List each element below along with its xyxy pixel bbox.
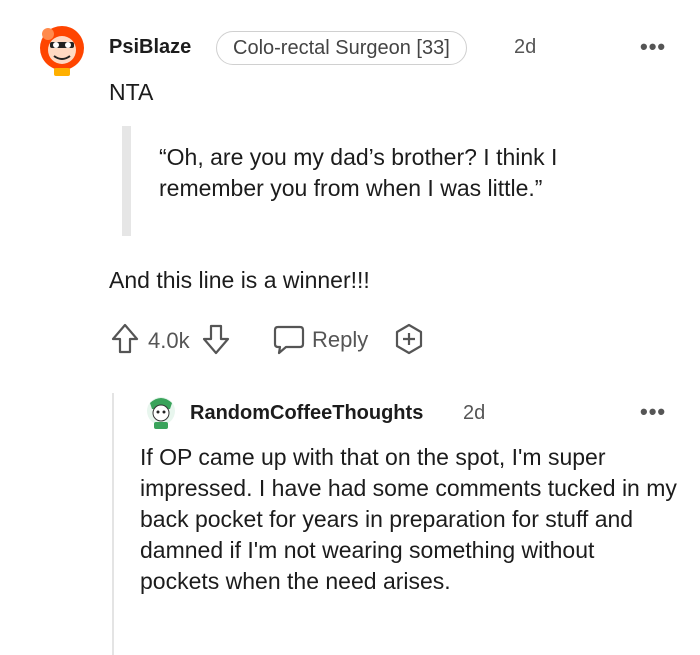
quote-text: “Oh, are you my dad’s brother? I think I… <box>159 144 558 201</box>
user-avatar[interactable] <box>36 22 88 78</box>
username[interactable]: RandomCoffeeThoughts <box>190 402 423 425</box>
reply-button[interactable]: Reply <box>312 327 368 353</box>
award-icon[interactable] <box>393 322 425 356</box>
vote-count: 4.0k <box>148 328 190 353</box>
upvote-icon[interactable] <box>110 322 140 356</box>
more-options-button[interactable]: ••• <box>640 34 666 60</box>
username[interactable]: PsiBlaze <box>109 36 191 59</box>
quote-bar <box>122 126 131 236</box>
user-flair: Colo-rectal Surgeon [33] <box>216 31 467 65</box>
thread-line[interactable] <box>112 393 114 655</box>
more-options-button[interactable]: ••• <box>640 399 666 425</box>
comment-text-line: And this line is a winner!!! <box>109 267 370 293</box>
user-avatar[interactable] <box>144 393 178 431</box>
timestamp[interactable]: 2d <box>463 402 485 425</box>
comment-text-line: NTA <box>109 79 154 105</box>
reply-icon[interactable] <box>272 324 306 356</box>
reply-text: If OP came up with that on the spot, I'm… <box>140 444 677 594</box>
downvote-icon[interactable] <box>201 322 231 356</box>
timestamp[interactable]: 2d <box>514 36 536 59</box>
